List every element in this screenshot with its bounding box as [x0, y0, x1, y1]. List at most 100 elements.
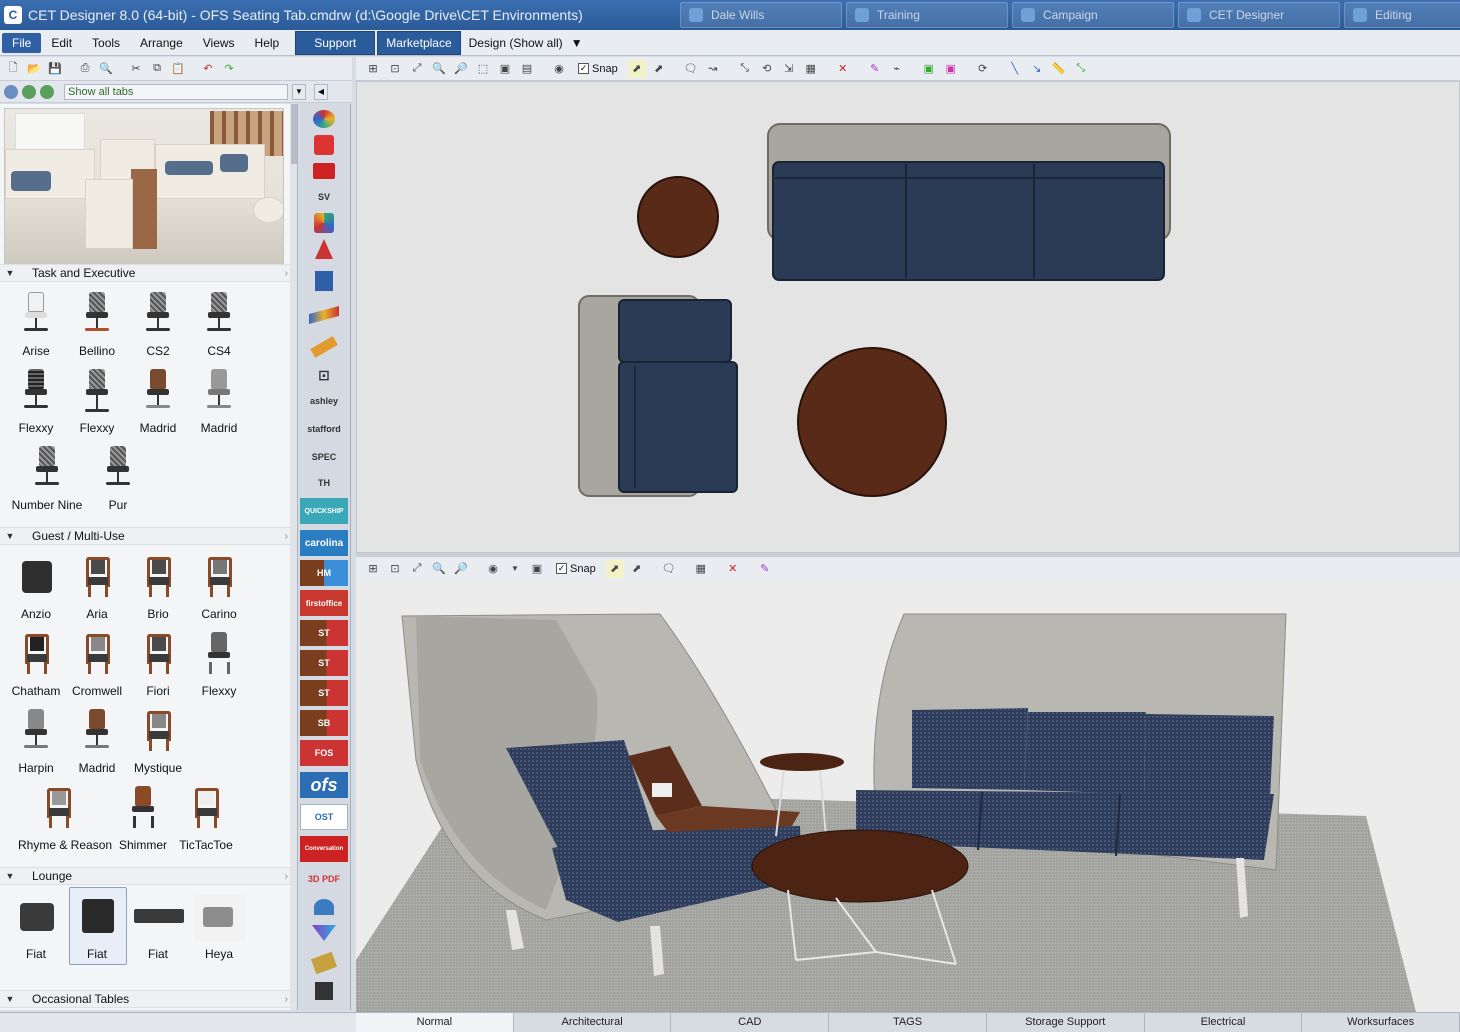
new-icon[interactable]: 🗋: [4, 60, 22, 78]
redo-icon[interactable]: ↷: [220, 60, 238, 78]
zoom-in-icon[interactable]: 🔍: [430, 560, 448, 578]
plan-view[interactable]: [356, 81, 1460, 553]
section-occasional-tables[interactable]: ▼ Occasional Tables ›: [0, 990, 290, 1008]
connect-icon[interactable]: ⤡: [736, 60, 754, 78]
catalog-item[interactable]: Carino: [189, 551, 249, 627]
manufacturer-icon[interactable]: ofs: [300, 772, 348, 798]
scrollbar-thumb[interactable]: [291, 104, 297, 164]
save-icon[interactable]: 💾: [46, 60, 64, 78]
camera-icon[interactable]: ◉: [550, 60, 568, 78]
tab-normal[interactable]: Normal: [356, 1013, 514, 1032]
manufacturer-icon[interactable]: [300, 978, 348, 1004]
section-guest-multi-use[interactable]: ▼ Guest / Multi-Use ›: [0, 527, 290, 545]
snap-toggle[interactable]: ✓ Snap: [578, 63, 618, 75]
zoom-extents-icon[interactable]: ⤢: [408, 560, 426, 578]
tab-architectural[interactable]: Architectural: [514, 1013, 672, 1032]
taskbar-tab[interactable]: Training: [846, 2, 1008, 28]
manufacturer-icon[interactable]: SPEC: [300, 444, 348, 470]
collapse-icon[interactable]: ▼: [0, 531, 20, 541]
catalog-item[interactable]: TicTacToe: [176, 782, 236, 858]
catalog-item[interactable]: Flexxy: [189, 628, 249, 704]
section-task-executive[interactable]: ▼ Task and Executive ›: [0, 264, 290, 282]
manufacturer-icon[interactable]: [300, 236, 348, 262]
zoom-window-icon[interactable]: ⊞: [364, 560, 382, 578]
dimension-icon[interactable]: ⤡: [1072, 60, 1090, 78]
paste-icon[interactable]: 📋: [169, 60, 187, 78]
taskbar-tab[interactable]: Editing: [1344, 2, 1460, 28]
side-table[interactable]: [637, 176, 719, 258]
open-icon[interactable]: 📂: [25, 60, 43, 78]
manufacturer-icon[interactable]: [300, 920, 348, 946]
support-button[interactable]: Support: [295, 30, 376, 55]
manufacturer-icon[interactable]: HM: [300, 560, 348, 586]
collapse-icon[interactable]: ▼: [0, 994, 20, 1004]
zoom-selection-icon[interactable]: ⊡: [386, 560, 404, 578]
tab-tags[interactable]: TAGS: [829, 1013, 987, 1032]
catalog-item[interactable]: Rhyme & Reason: [18, 782, 112, 858]
plan-canvas[interactable]: [357, 82, 1460, 553]
camera-icon[interactable]: ◉: [484, 560, 502, 578]
undo-icon[interactable]: ↶: [199, 60, 217, 78]
zoom-selection-icon[interactable]: ⊡: [386, 60, 404, 78]
collapse-icon[interactable]: ▼: [0, 268, 20, 278]
manufacturer-icon[interactable]: TH: [300, 470, 348, 496]
arrow-tool-icon[interactable]: ↘: [1028, 60, 1046, 78]
coffee-table-top[interactable]: [751, 829, 969, 903]
menu-views[interactable]: Views: [193, 33, 245, 53]
manufacturer-icon[interactable]: stafford: [300, 416, 348, 442]
chevron-down-icon[interactable]: ▼: [506, 560, 524, 578]
catalog-nav-icon[interactable]: [22, 84, 36, 99]
manufacturer-icon[interactable]: [300, 268, 348, 294]
marketplace-button[interactable]: Marketplace: [377, 30, 461, 55]
print-icon[interactable]: ⎙: [76, 60, 94, 78]
properties-icon[interactable]: ✎: [756, 560, 774, 578]
chevron-down-icon[interactable]: ▼: [292, 83, 306, 100]
manufacturer-icon[interactable]: [300, 334, 348, 360]
line-tool-icon[interactable]: ╲: [1006, 60, 1024, 78]
manufacturer-icon[interactable]: [300, 950, 348, 976]
delete-icon[interactable]: ✕: [724, 560, 742, 578]
manufacturer-icon[interactable]: SV: [300, 184, 348, 210]
catalog-nav-icon[interactable]: [40, 84, 54, 99]
view-3d-icon[interactable]: ⟳: [974, 60, 992, 78]
group-icon[interactable]: ▣: [920, 60, 938, 78]
snap-toggle[interactable]: ✓ Snap: [556, 563, 596, 575]
catalog-nav-icon[interactable]: [4, 84, 18, 99]
sofa-back-cushion[interactable]: [1144, 714, 1274, 798]
tab-worksurfaces[interactable]: Worksurfaces: [1302, 1013, 1460, 1032]
3d-view[interactable]: [356, 580, 1460, 1012]
tab-electrical[interactable]: Electrical: [1145, 1013, 1303, 1032]
tab-cad[interactable]: CAD: [671, 1013, 830, 1032]
manufacturer-icon[interactable]: [300, 210, 348, 236]
catalog-item[interactable]: Madrid: [189, 365, 249, 441]
menu-edit[interactable]: Edit: [41, 33, 82, 53]
catalog-item[interactable]: Pur: [88, 442, 148, 518]
sofa-back-cushion[interactable]: [1024, 712, 1146, 794]
manufacturer-icon[interactable]: Conversation: [300, 836, 348, 862]
sofa-seat[interactable]: [772, 161, 1165, 281]
zoom-in-icon[interactable]: 🔍: [430, 60, 448, 78]
tag-icon[interactable]: ⌁: [888, 60, 906, 78]
multi-select-icon[interactable]: ⬈: [650, 60, 668, 78]
print-preview-icon[interactable]: 🔍: [97, 60, 115, 78]
manufacturer-icon[interactable]: ST: [300, 650, 348, 676]
manufacturer-icon[interactable]: carolina: [300, 530, 348, 556]
3d-canvas[interactable]: [356, 580, 1460, 1012]
zoom-box-icon[interactable]: ⬚: [474, 60, 492, 78]
rotate-icon[interactable]: ⟲: [758, 60, 776, 78]
manufacturer-icon[interactable]: [300, 302, 348, 328]
show-all-tabs-select[interactable]: Show all tabs: [64, 83, 288, 100]
catalog-item[interactable]: Shimmer: [113, 782, 173, 858]
section-lounge[interactable]: ▼ Lounge ›: [0, 867, 290, 885]
comment-icon[interactable]: 🗨: [660, 560, 678, 578]
cut-icon[interactable]: ✂: [127, 60, 145, 78]
small-table-top[interactable]: [760, 753, 844, 771]
manufacturer-icon[interactable]: FOS: [300, 740, 348, 766]
properties-icon[interactable]: ✎: [866, 60, 884, 78]
menu-help[interactable]: Help: [245, 33, 290, 53]
manufacturer-icon[interactable]: [300, 158, 348, 184]
chair-seat[interactable]: [618, 361, 738, 493]
manufacturer-icon[interactable]: firstoffice: [300, 590, 348, 616]
manufacturer-icon[interactable]: ST: [300, 620, 348, 646]
comment-icon[interactable]: 🗨: [682, 60, 700, 78]
